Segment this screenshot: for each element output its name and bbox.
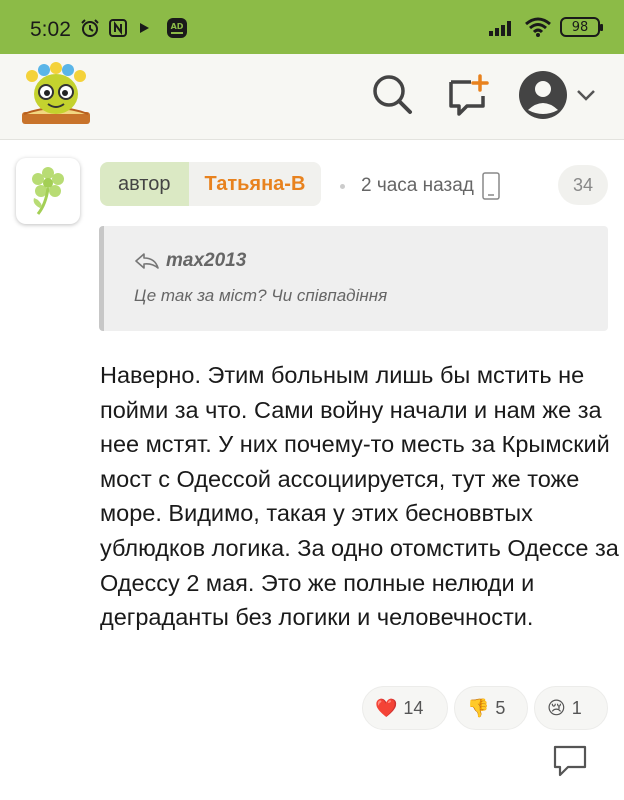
author-role-badge: автор [100, 162, 189, 206]
post-number: 34 [572, 174, 594, 195]
status-time: 5:02 [30, 18, 71, 41]
post-meta: 2 часа назад [340, 172, 500, 200]
thumbs-down-icon: 👎 [467, 697, 490, 718]
mobile-device-icon [482, 172, 500, 200]
post-number-badge[interactable]: 34 [558, 165, 608, 205]
app-header [0, 54, 624, 140]
status-indicators: 98 [488, 16, 603, 38]
quote-text: Це так за міст? Чи співпадіння [134, 286, 388, 305]
author-name-link[interactable]: Татьяна-В [188, 162, 322, 206]
separator-dot [340, 183, 345, 189]
alarm-icon [81, 19, 99, 37]
new-post-icon[interactable] [445, 72, 491, 118]
quote-author[interactable]: max2013 [134, 250, 246, 272]
comment-body: Наверно. Этим больным лишь бы мстить не … [100, 362, 619, 631]
chevron-down-icon[interactable] [576, 88, 596, 102]
author-avatar[interactable] [16, 158, 80, 224]
battery-level: 98 [571, 19, 589, 35]
reaction-thumbs-down[interactable]: 👎 5 [454, 686, 528, 730]
search-icon[interactable] [370, 72, 414, 116]
reaction-heart[interactable]: ❤️ 14 [362, 686, 448, 730]
user-avatar-icon[interactable] [518, 70, 568, 120]
ad-badge-icon: AD [167, 18, 187, 38]
profile-menu-button[interactable] [518, 70, 596, 120]
author-pill[interactable]: автор Татьяна-В [100, 162, 322, 206]
crying-face-icon: 😢 [547, 697, 566, 718]
wifi-icon [525, 17, 551, 37]
signal-icon [489, 21, 511, 36]
reactions-bar: ❤️ 14 👎 5 😢 1 [362, 686, 608, 730]
quote-author-name: max2013 [166, 250, 247, 271]
status-bar: 5:02 AD 98 [0, 0, 624, 54]
clover-icon [32, 167, 64, 215]
reply-arrow-icon [135, 253, 159, 269]
reaction-count: 5 [495, 697, 506, 718]
site-logo[interactable] [18, 62, 94, 130]
reaction-count: 14 [403, 697, 424, 718]
battery-icon: 98 [560, 17, 603, 37]
svg-text:AD: AD [171, 22, 184, 31]
post-time: 2 часа назад [361, 175, 474, 196]
comment-reply-icon[interactable] [552, 744, 588, 778]
heart-icon: ❤️ [375, 697, 398, 718]
reaction-count: 1 [571, 697, 582, 718]
play-icon [140, 23, 149, 33]
nfc-icon [109, 19, 127, 37]
reaction-crying[interactable]: 😢 1 [534, 686, 608, 730]
quote-block: max2013 Це так за міст? Чи співпадіння [99, 226, 608, 331]
